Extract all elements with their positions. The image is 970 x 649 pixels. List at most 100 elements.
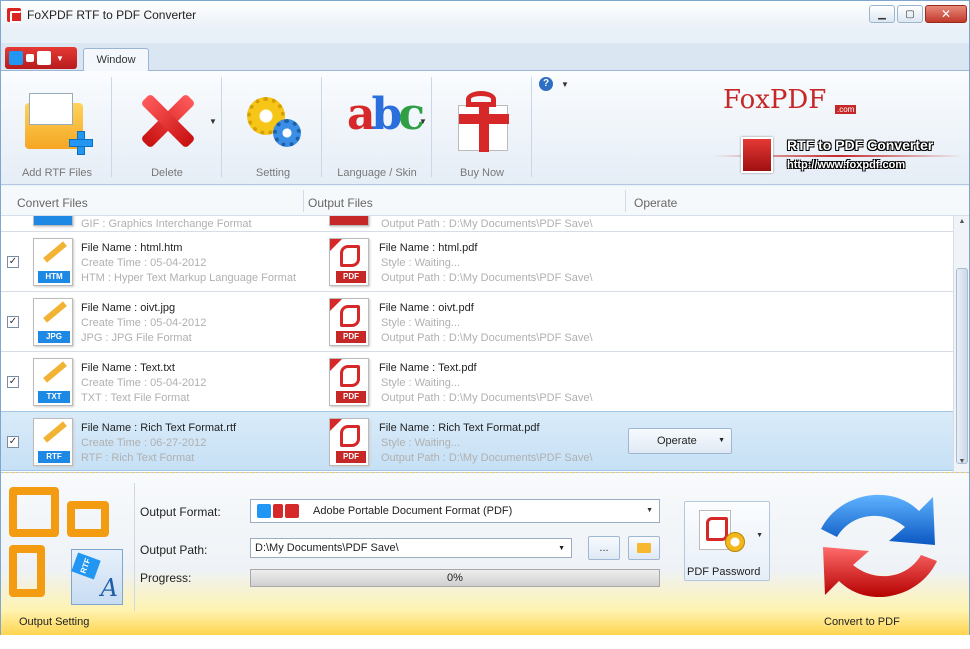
output-format-value: Adobe Portable Document Format (PDF): [313, 505, 513, 517]
plus-icon: [69, 131, 93, 155]
row-checkbox[interactable]: ✓: [7, 256, 19, 268]
delete-button[interactable]: Delete: [121, 71, 213, 183]
app-window: FoXPDF RTF to PDF Converter ▁ ▢ ✕ ▼ Wind…: [0, 0, 970, 635]
language-dropdown-icon[interactable]: ▼: [419, 117, 427, 126]
file-list: GIF : Graphics Interchange Format Output…: [1, 216, 953, 472]
pdf-password-label: PDF Password: [687, 566, 761, 578]
list-item[interactable]: GIF : Graphics Interchange Format Output…: [1, 216, 953, 232]
abc-language-icon: abc: [347, 89, 425, 140]
rtf-chip-icon: [9, 51, 23, 65]
ribbon: Add RTF Files Delete ▼ Setting abc Langu…: [1, 71, 969, 185]
browse-button[interactable]: ...: [588, 536, 620, 560]
src-format-desc: HTM : Hyper Text Markup Language Format: [81, 272, 296, 284]
buy-now-label: Buy Now: [459, 167, 505, 179]
scroll-up-icon[interactable]: ▲: [956, 218, 968, 230]
buy-now-button[interactable]: Buy Now: [441, 71, 523, 183]
out-path: Output Path : D:\My Documents\PDF Save\: [381, 272, 593, 284]
gears-icon: [237, 85, 309, 157]
add-folder-icon: [21, 85, 93, 157]
col-convert-files[interactable]: Convert Files: [17, 196, 88, 210]
maximize-button[interactable]: ▢: [897, 5, 923, 23]
ribbon-tab-row: ▼ Window: [1, 43, 969, 72]
add-rtf-files-label: Add RTF Files: [21, 167, 93, 179]
pdf-file-icon: PDF: [329, 418, 369, 466]
pdf-file-icon: PDF: [329, 358, 369, 406]
window-title: FoXPDF RTF to PDF Converter: [27, 8, 197, 22]
app-menu-button[interactable]: ▼: [5, 47, 77, 69]
src-create-time: Create Time : 06-27-2012: [81, 437, 207, 449]
output-format-select[interactable]: Adobe Portable Document Format (PDF) ▼: [250, 499, 660, 523]
src-format-desc: RTF : Rich Text Format: [81, 452, 195, 464]
foxpdf-logo: FoxPDF .com RTF to PDF Converter http://…: [713, 79, 963, 179]
chevron-down-icon: ▼: [56, 53, 64, 63]
office-logo-icon: RTF A: [9, 483, 129, 611]
src-file-name: File Name : oivt.jpg: [81, 302, 176, 314]
row-checkbox[interactable]: ✓: [7, 376, 19, 388]
out-style: Style : Waiting...: [381, 317, 461, 329]
close-button[interactable]: ✕: [925, 5, 967, 23]
chevron-down-icon: ▼: [756, 532, 763, 539]
minimize-button[interactable]: ▁: [869, 5, 895, 23]
convert-to-pdf-button[interactable]: [811, 483, 947, 611]
out-file-name: File Name : oivt.pdf: [379, 302, 474, 314]
src-format-desc: TXT : Text File Format: [81, 392, 190, 404]
output-path-input[interactable]: D:\My Documents\PDF Save\ ▼: [250, 538, 572, 558]
open-folder-button[interactable]: [628, 536, 660, 560]
language-skin-label: Language / Skin: [337, 167, 417, 179]
col-output-files[interactable]: Output Files: [308, 196, 373, 210]
operate-label: Operate: [657, 435, 697, 447]
src-file-name: File Name : Text.txt: [81, 362, 175, 374]
logo-com: .com: [835, 105, 857, 114]
rtf-file-icon: RTF: [33, 418, 73, 466]
chevron-down-icon: ▼: [718, 437, 725, 444]
list-item[interactable]: ✓ HTM File Name : html.htm Create Time :…: [1, 232, 953, 292]
list-item-selected[interactable]: ✓ RTF File Name : Rich Text Format.rtf C…: [1, 411, 953, 471]
pdf-chip-icon: [37, 51, 51, 65]
jpg-file-icon: JPG: [33, 298, 73, 346]
pdf-password-button[interactable]: ▼ PDF Password: [684, 501, 770, 581]
gift-icon: [446, 85, 518, 157]
setting-button[interactable]: Setting: [229, 71, 317, 183]
list-item[interactable]: ✓ JPG File Name : oivt.jpg Create Time :…: [1, 292, 953, 352]
ribbon-separator: [431, 77, 432, 177]
key-icon: [725, 532, 745, 552]
tab-window[interactable]: Window: [83, 48, 149, 72]
src-desc: GIF : Graphics Interchange Format: [81, 218, 252, 230]
convert-arrows-icon: [821, 494, 937, 598]
window-controls: ▁ ▢ ✕: [869, 5, 967, 23]
ribbon-separator: [531, 77, 532, 177]
convert-to-pdf-label: Convert to PDF: [824, 616, 900, 628]
vertical-scrollbar[interactable]: ▲ ▼: [953, 216, 969, 472]
list-item[interactable]: ✓ TXT File Name : Text.txt Create Time :…: [1, 352, 953, 412]
scroll-thumb[interactable]: [956, 268, 968, 464]
chevron-down-icon: ▼: [558, 545, 565, 552]
delete-x-icon: [131, 85, 203, 157]
progress-label: Progress:: [140, 571, 192, 585]
htm-file-icon: HTM: [33, 238, 73, 286]
operate-button[interactable]: Operate ▼: [628, 428, 732, 454]
chevron-down-icon: ▼: [646, 507, 653, 514]
arrow-icon: [273, 504, 283, 518]
language-skin-button[interactable]: abc Language / Skin: [331, 71, 425, 183]
arrow-icon: [26, 54, 34, 62]
ribbon-separator: [221, 77, 222, 177]
help-dropdown-icon[interactable]: ▼: [561, 80, 569, 89]
delete-dropdown-icon[interactable]: ▼: [209, 117, 217, 126]
output-path-value: D:\My Documents\PDF Save\: [255, 542, 399, 554]
list-header: Convert Files Output Files Operate: [1, 186, 969, 216]
add-rtf-files-button[interactable]: Add RTF Files: [11, 71, 103, 183]
gif-file-icon: [33, 216, 73, 226]
title-bar: FoXPDF RTF to PDF Converter ▁ ▢ ✕: [1, 1, 969, 29]
row-checkbox[interactable]: ✓: [7, 316, 19, 328]
help-icon[interactable]: ?: [539, 77, 553, 91]
rtf-chip-icon: [257, 504, 271, 518]
column-divider[interactable]: [303, 190, 304, 212]
progress-bar: 0%: [250, 569, 660, 587]
scroll-down-icon[interactable]: ▼: [956, 458, 968, 470]
pdf-badge-icon: [741, 137, 773, 173]
column-divider[interactable]: [625, 190, 626, 212]
delete-label: Delete: [151, 167, 183, 179]
row-checkbox[interactable]: ✓: [7, 436, 19, 448]
output-format-label: Output Format:: [140, 505, 221, 519]
col-operate[interactable]: Operate: [634, 196, 677, 210]
